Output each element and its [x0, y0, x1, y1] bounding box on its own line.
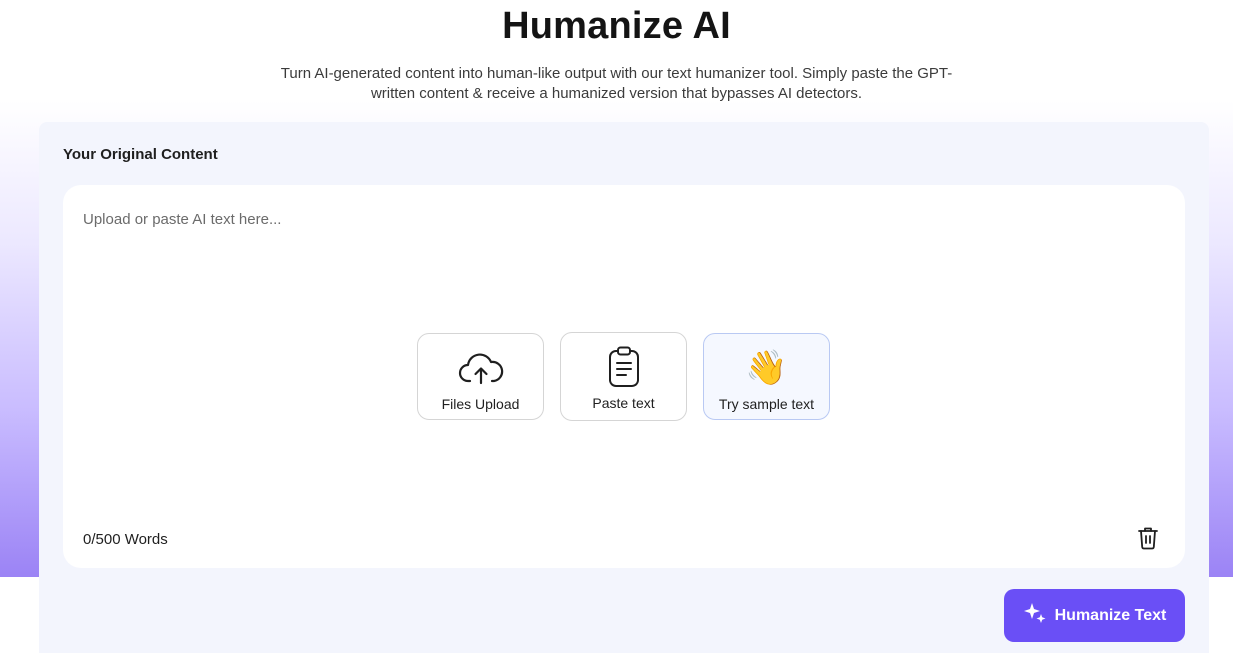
humanize-text-label: Humanize Text	[1054, 606, 1167, 624]
waving-hand-icon-wrap: 👋	[745, 346, 787, 390]
clipboard-icon	[607, 345, 641, 389]
try-sample-text-button[interactable]: 👋 Try sample text	[703, 333, 830, 420]
page-subtitle: Turn AI-generated content into human-lik…	[247, 64, 987, 104]
page-title: Humanize AI	[502, 5, 731, 47]
files-upload-label: Files Upload	[441, 396, 520, 412]
subtitle-line-2: written content & receive a humanized ve…	[370, 85, 863, 102]
trash-icon[interactable]	[1137, 526, 1159, 550]
paste-text-label: Paste text	[592, 395, 655, 411]
paste-text-button[interactable]: Paste text	[560, 332, 687, 421]
files-upload-button[interactable]: Files Upload	[417, 333, 544, 420]
card-label: Your Original Content	[63, 146, 218, 163]
sparkle-icon	[1023, 601, 1047, 630]
cloud-upload-icon	[458, 346, 504, 390]
try-sample-text-label: Try sample text	[718, 396, 815, 412]
content-card: Your Original Content Files Upload	[39, 122, 1209, 653]
input-actions: Files Upload Paste text 👋 Try sample tex…	[417, 332, 832, 423]
editor-panel: Files Upload Paste text 👋	[63, 185, 1185, 568]
page-header: Humanize AI Turn AI-generated content in…	[0, 0, 1233, 104]
subtitle-line-1: Turn AI-generated content into human-lik…	[280, 65, 953, 82]
word-count: 0/500 Words	[83, 531, 168, 548]
humanize-text-button[interactable]: Humanize Text	[1004, 589, 1185, 642]
waving-hand-icon: 👋	[745, 348, 788, 388]
